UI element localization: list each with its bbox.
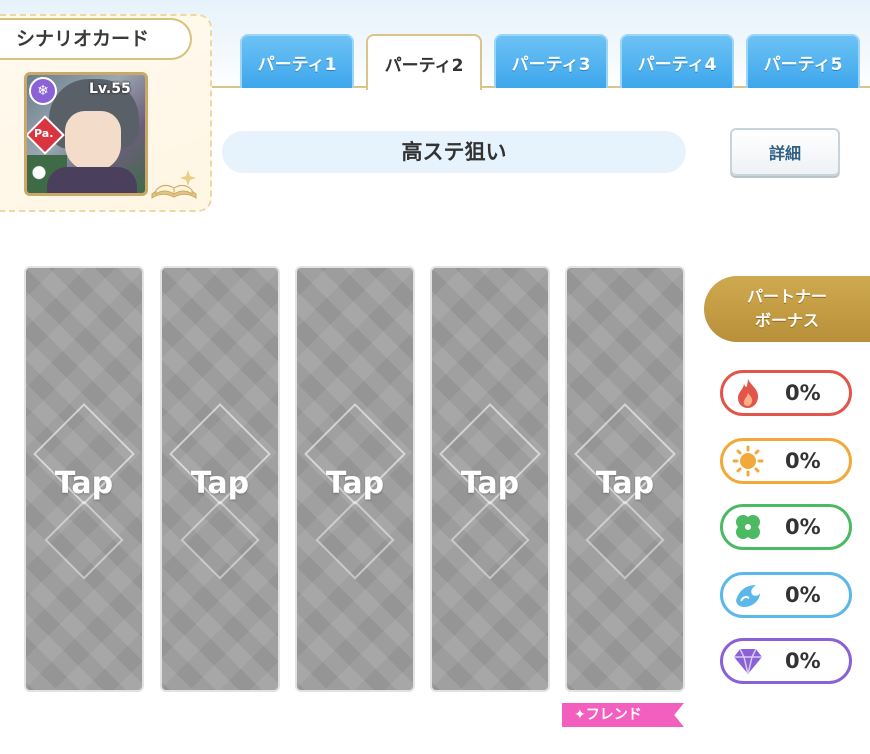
bonus-value: 0%: [785, 583, 821, 607]
bonus-row-flame: 0%: [720, 370, 852, 416]
bonus-value: 0%: [785, 649, 821, 673]
party-slot-3[interactable]: Tap: [295, 266, 415, 692]
tab-party-2[interactable]: パーティ2: [366, 34, 482, 90]
tab-party-3[interactable]: パーティ3: [494, 34, 608, 88]
party-name-field[interactable]: 高ステ狙い: [222, 131, 686, 173]
sun-icon: [731, 444, 765, 478]
character-coat: [47, 167, 137, 193]
diamond-icon: [731, 644, 765, 678]
slot-tap-label: Tap: [54, 466, 114, 501]
slot-diamond-frame: [585, 500, 665, 580]
slot-tap-label: Tap: [595, 466, 655, 501]
partner-bonus-title-line1: パートナー: [746, 287, 827, 306]
slot-tap-label: Tap: [460, 466, 520, 501]
card-level: Lv.55: [89, 81, 131, 97]
type-badge-label: Pa.: [34, 127, 54, 140]
tab-party-5[interactable]: パーティ5: [746, 34, 860, 88]
tab-party-4[interactable]: パーティ4: [620, 34, 734, 88]
bonus-value: 0%: [785, 515, 821, 539]
party-slot-4[interactable]: Tap: [430, 266, 550, 692]
bonus-value: 0%: [785, 381, 821, 405]
character-face: [65, 111, 121, 171]
flame-icon: [731, 376, 765, 410]
detail-button[interactable]: 詳細: [730, 128, 840, 176]
slot-tap-label: Tap: [190, 466, 250, 501]
slot-diamond-frame: [180, 500, 260, 580]
attribute-icon: ❄: [29, 77, 57, 105]
friend-tag: ✦フレンド: [562, 703, 684, 727]
partner-bonus-title-line2: ボーナス: [754, 311, 819, 330]
clover-icon: [731, 510, 765, 544]
slot-diamond-frame: [315, 500, 395, 580]
party-slot-5-friend[interactable]: Tap: [565, 266, 685, 692]
scenario-card-title: シナリオカード: [0, 18, 192, 60]
bonus-row-sun: 0%: [720, 438, 852, 484]
slot-diamond-frame: [44, 500, 124, 580]
open-book-icon: [151, 170, 197, 199]
slot-diamond-frame: [450, 500, 530, 580]
scenario-card-portrait[interactable]: ❄ Lv.55 Pa.: [24, 72, 148, 196]
party-slot-2[interactable]: Tap: [160, 266, 280, 692]
slot-tap-label: Tap: [325, 466, 385, 501]
bonus-value: 0%: [785, 449, 821, 473]
bonus-row-wave: 0%: [720, 572, 852, 618]
bonus-row-diamond: 0%: [720, 638, 852, 684]
tab-party-1[interactable]: パーティ1: [240, 34, 354, 88]
wave-icon: [731, 578, 765, 612]
bonus-row-clover: 0%: [720, 504, 852, 550]
party-slot-1[interactable]: Tap: [24, 266, 144, 692]
partner-bonus-title: パートナー ボーナス: [704, 276, 870, 342]
